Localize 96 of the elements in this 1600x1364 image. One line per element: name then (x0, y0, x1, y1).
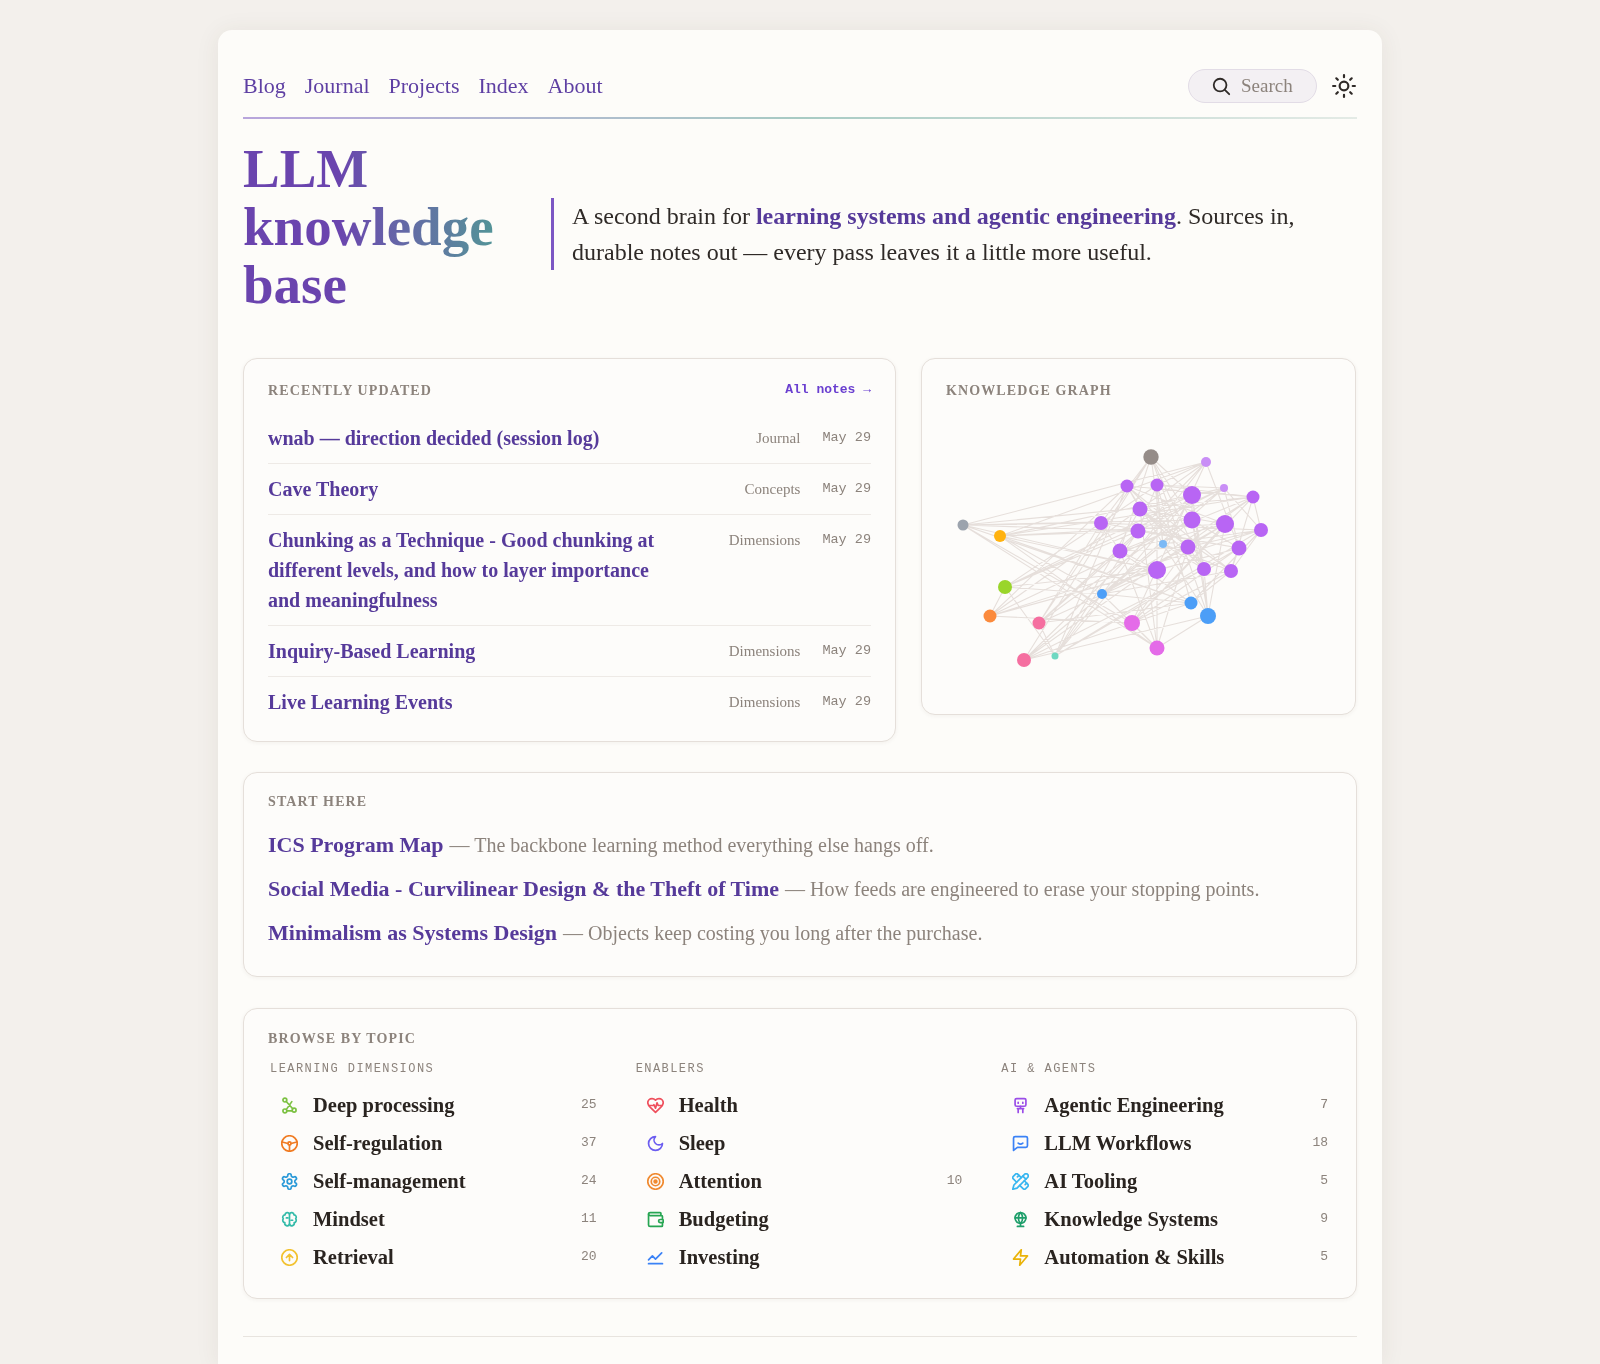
sun-icon (1332, 74, 1356, 98)
topic-link[interactable]: Deep processing 25 (268, 1086, 601, 1124)
graph-node (1130, 523, 1146, 539)
graph-node (1180, 539, 1196, 555)
search-icon (1211, 76, 1231, 96)
graph-node (983, 609, 997, 623)
note-count: 18 (1312, 1134, 1328, 1153)
graph-node (1097, 589, 1107, 599)
topic-link[interactable]: Health (633, 1086, 967, 1124)
topic-link[interactable]: AI Tooling 5 (999, 1162, 1332, 1200)
note-description: — Objects keep costing you long after the purchase. (563, 921, 983, 947)
note-link[interactable]: Inquiry-Based Learning (268, 636, 670, 666)
date-label: May 29 (822, 642, 871, 660)
section-heading: RECENTLY UPDATED (268, 381, 433, 400)
category-label: Dimensions (728, 642, 801, 661)
group-heading: LEARNING DIMENSIONS (270, 1061, 435, 1078)
note-link[interactable]: wnab — direction decided (session log) (268, 423, 670, 453)
graph-node (1201, 457, 1211, 467)
nav-link[interactable]: Journal (304, 72, 370, 100)
note-count: 11 (581, 1210, 597, 1229)
graph-node (1246, 490, 1260, 504)
note-count: 20 (581, 1248, 597, 1267)
topic-link[interactable]: Budgeting (633, 1200, 967, 1238)
graph-node (994, 530, 1006, 542)
theme-toggle-button[interactable] (1331, 73, 1357, 99)
graph-node (998, 580, 1012, 594)
nav-link[interactable]: About (547, 72, 603, 100)
graph-node (1148, 561, 1166, 579)
section-heading: START HERE (268, 792, 368, 811)
note-link[interactable]: ICS Program Map (268, 830, 444, 860)
nav-link[interactable]: Projects (388, 72, 460, 100)
graph-node (1220, 484, 1228, 492)
section-heading: BROWSE BY TOPIC (268, 1029, 417, 1048)
topic-link[interactable]: LLM Workflows 18 (999, 1124, 1332, 1162)
graph-node (1231, 540, 1247, 556)
note-link[interactable]: Social Media - Curvilinear Design & the Theft of Time (268, 874, 780, 904)
graph-node (1224, 564, 1238, 578)
graph-node (1159, 540, 1167, 548)
date-label: May 29 (822, 480, 871, 498)
note-description: — How feeds are engineered to erase your stopping points. (785, 877, 1260, 903)
nav-link[interactable]: Index (478, 72, 529, 100)
note-description: — The backbone learning method everything else hangs off. (449, 833, 934, 859)
note-link[interactable]: Minimalism as Systems Design (268, 918, 558, 948)
graph-node (1112, 543, 1128, 559)
group-heading: AI & AGENTS (1001, 1061, 1097, 1078)
graph-node (1120, 479, 1134, 493)
graph-node (1254, 523, 1268, 537)
section-heading: KNOWLEDGE GRAPH (946, 381, 1112, 400)
graph-node (1017, 653, 1031, 667)
note-count: 5 (1320, 1172, 1328, 1191)
graph-node (1149, 640, 1165, 656)
graph-node (1183, 511, 1201, 529)
graph-node (1032, 616, 1046, 630)
date-label: May 29 (822, 531, 871, 549)
graph-node (1124, 615, 1140, 631)
graph-node (1094, 516, 1108, 530)
topic-link[interactable]: Self-regulation 37 (268, 1124, 601, 1162)
graph-node (957, 519, 969, 531)
category-label: Journal (756, 429, 801, 448)
topic-link[interactable]: Automation & Skills 5 (999, 1238, 1332, 1276)
note-count: 9 (1320, 1210, 1328, 1229)
category-label: Concepts (744, 480, 801, 499)
graph-node (1132, 501, 1148, 517)
note-count: 37 (581, 1134, 597, 1153)
topic-link[interactable]: Self-management 24 (268, 1162, 601, 1200)
topic-link[interactable]: Investing (633, 1238, 967, 1276)
graph-node (1150, 478, 1164, 492)
topic-link[interactable]: Agentic Engineering 7 (999, 1086, 1332, 1124)
topic-link[interactable]: Retrieval 20 (268, 1238, 601, 1276)
date-label: May 29 (822, 429, 871, 447)
note-count: 25 (581, 1096, 597, 1115)
note-link[interactable]: Cave Theory (268, 474, 670, 504)
nav-link[interactable]: Blog (243, 72, 286, 100)
graph-node (1051, 652, 1059, 660)
note-link[interactable]: Chunking as a Technique - Good chunking at different levels, and how to layer importance and meaningfulness (268, 525, 670, 615)
topic-link[interactable]: Knowledge Systems 9 (999, 1200, 1332, 1238)
note-count: 5 (1320, 1248, 1328, 1267)
note-count: 10 (946, 1172, 963, 1191)
note-count: 24 (581, 1172, 597, 1191)
topic-link[interactable]: Attention 10 (633, 1162, 967, 1200)
note-count: 7 (1320, 1096, 1328, 1115)
graph-node (1197, 562, 1211, 576)
category-label: Dimensions (728, 531, 801, 550)
graph-node (1143, 449, 1159, 465)
note-link[interactable]: Live Learning Events (268, 687, 670, 717)
topic-link[interactable]: Sleep (633, 1124, 967, 1162)
group-heading: ENABLERS (635, 1061, 705, 1078)
category-label: Dimensions (728, 693, 801, 712)
graph-node (1183, 486, 1201, 504)
site-tagline: A second brain for learning systems and agentic engineering. Sources in, durable notes out — every pass leaves it a little more useful. (551, 198, 1336, 270)
graph-node (1184, 596, 1198, 610)
date-label: May 29 (822, 693, 871, 711)
all-notes-link[interactable]: All notes → (785, 380, 871, 400)
graph-node (1200, 608, 1216, 624)
graph-node (1216, 515, 1234, 533)
topic-link[interactable]: Mindset 11 (268, 1200, 601, 1238)
